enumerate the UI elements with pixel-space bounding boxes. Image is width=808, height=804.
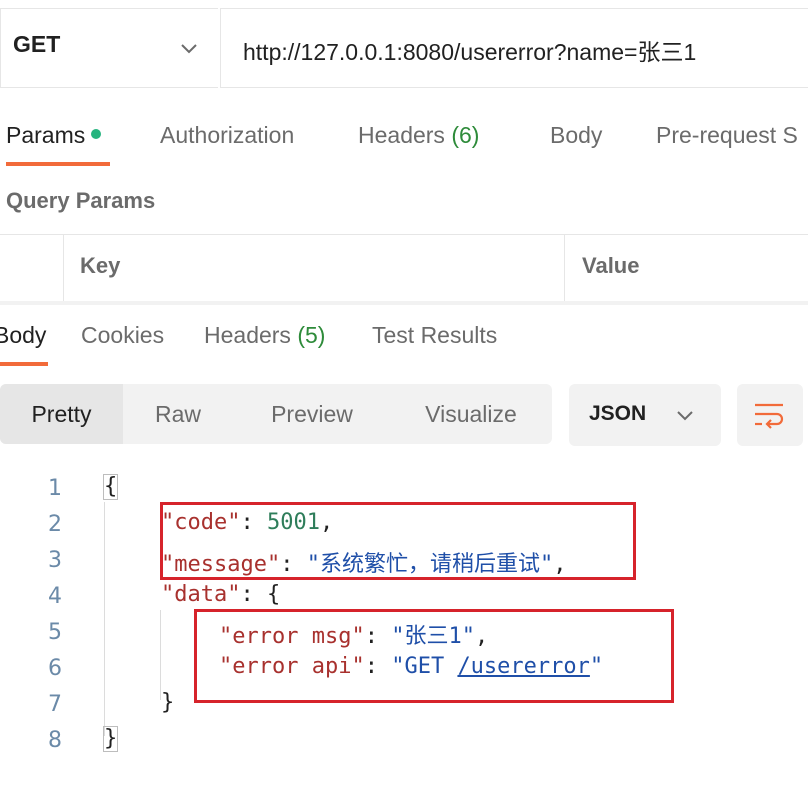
active-response-tab-indicator [0, 362, 48, 366]
tab-pre-request-label: Pre-request S [656, 122, 798, 148]
response-tab-test-results[interactable]: Test Results [372, 322, 497, 349]
url-input[interactable]: http://127.0.0.1:8080/usererror?name=张三1 [220, 8, 808, 88]
code-line-7: } [161, 690, 175, 715]
tab-headers[interactable]: Headers (6) [358, 122, 479, 149]
tab-params[interactable]: Params [6, 122, 102, 149]
line-number: 7 [48, 692, 62, 717]
tab-pre-request[interactable]: Pre-request S [656, 122, 798, 149]
line-number: 5 [48, 620, 62, 645]
chevron-down-icon [181, 44, 197, 54]
code-line-8: } [103, 726, 119, 752]
json-key-data: "data" [161, 582, 241, 607]
tab-authorization-label: Authorization [160, 122, 295, 148]
view-preview-button[interactable]: Preview [233, 384, 391, 444]
column-divider [63, 235, 64, 301]
response-tab-cookies[interactable]: Cookies [81, 322, 164, 349]
view-pretty-button[interactable]: Pretty [0, 384, 123, 444]
tab-headers-count: (6) [451, 122, 480, 148]
tab-body-label: Body [550, 122, 603, 148]
line-number: 3 [48, 548, 62, 573]
line-number: 8 [48, 728, 62, 753]
divider [0, 301, 808, 305]
code-line-1: { [103, 474, 119, 500]
format-label: JSON [589, 402, 647, 425]
chevron-down-icon [677, 411, 693, 421]
indent-guide [160, 610, 161, 700]
query-params-table: Key Value [0, 234, 808, 302]
active-tab-indicator [6, 162, 110, 166]
highlight-box-code-message [160, 502, 636, 580]
line-number: 4 [48, 584, 62, 609]
view-mode-group: Pretty Raw Preview Visualize [0, 384, 552, 444]
column-divider [564, 235, 565, 301]
key-column-header: Key [80, 253, 121, 278]
params-active-dot [91, 128, 102, 139]
view-raw-button[interactable]: Raw [123, 384, 233, 444]
response-tab-headers[interactable]: Headers (5) [204, 322, 325, 349]
code-line-4: "data": { [161, 582, 281, 607]
highlight-box-error-data [194, 609, 674, 703]
query-params-title: Query Params [6, 188, 156, 213]
request-tabs: Params Authorization Headers (6) Body Pr… [0, 94, 808, 170]
response-tab-headers-count: (5) [297, 322, 326, 348]
line-number: 6 [48, 656, 62, 681]
response-tab-headers-label: Headers [204, 322, 291, 348]
line-number: 2 [48, 512, 62, 537]
request-bar: GET http://127.0.0.1:8080/usererror?name… [0, 0, 808, 94]
tab-authorization[interactable]: Authorization [160, 122, 294, 149]
url-text: http://127.0.0.1:8080/usererror?name=张三1 [243, 39, 697, 65]
method-select[interactable]: GET [0, 8, 218, 88]
indent-guide [104, 502, 105, 736]
value-column-header: Value [582, 253, 640, 278]
format-select[interactable]: JSON [569, 384, 721, 446]
tab-headers-label: Headers [358, 122, 445, 148]
response-tabs: Body Cookies Headers (5) Test Results [0, 306, 808, 368]
tab-body[interactable]: Body [550, 122, 602, 149]
wrap-lines-icon [755, 403, 784, 429]
wrap-lines-button[interactable] [737, 384, 803, 446]
method-label: GET [13, 31, 61, 57]
line-number: 1 [48, 476, 62, 501]
view-visualize-button[interactable]: Visualize [391, 384, 551, 444]
tab-params-label: Params [6, 122, 86, 148]
response-tab-body[interactable]: Body [0, 322, 46, 349]
